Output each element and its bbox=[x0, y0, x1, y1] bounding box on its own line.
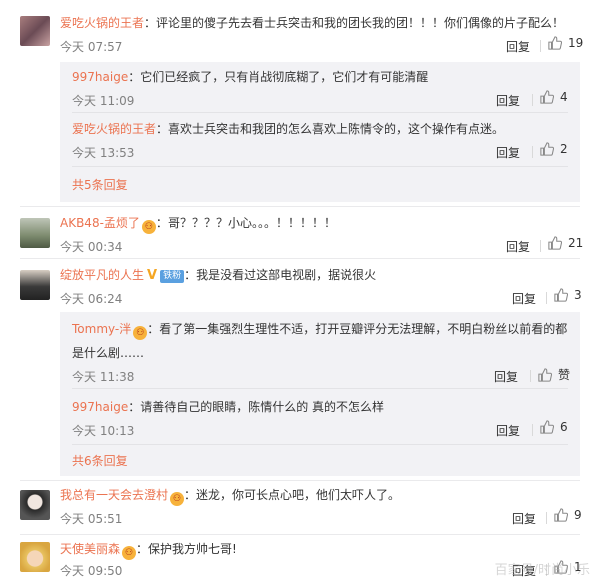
divider bbox=[532, 146, 533, 158]
divider bbox=[546, 292, 547, 304]
comment-text: 迷龙，你可长点心吧，他们太吓人了。 bbox=[196, 488, 401, 502]
like-count: 9 bbox=[574, 508, 582, 522]
reply-button[interactable]: 回复 bbox=[512, 290, 536, 307]
thumbs-up-icon bbox=[540, 90, 554, 104]
thumbs-up-icon bbox=[548, 236, 562, 250]
like-count: 3 bbox=[574, 288, 582, 302]
timestamp: 今天 11:09 bbox=[72, 94, 135, 108]
timestamp: 今天 07:57 bbox=[60, 40, 123, 54]
divider bbox=[20, 480, 580, 481]
emoji-badge-icon: ⚇ bbox=[122, 546, 137, 560]
fan-badge: 铁粉 bbox=[160, 270, 185, 283]
divider bbox=[540, 240, 541, 252]
divider bbox=[20, 258, 580, 259]
username[interactable]: 天使美丽森 bbox=[60, 542, 120, 556]
reply-text-continued: 是什么剧…… bbox=[72, 346, 145, 360]
divider bbox=[532, 424, 533, 436]
timestamp: 今天 11:38 bbox=[72, 370, 135, 384]
like-button[interactable]: 19 bbox=[548, 36, 583, 50]
divider bbox=[540, 40, 541, 52]
divider bbox=[530, 370, 531, 382]
like-count: 4 bbox=[560, 90, 568, 104]
timestamp: 今天 05:51 bbox=[60, 512, 123, 526]
username[interactable]: 997haige bbox=[72, 70, 128, 84]
thumbs-up-icon bbox=[554, 508, 568, 522]
like-count: 19 bbox=[568, 36, 584, 50]
divider bbox=[72, 388, 568, 389]
divider bbox=[20, 206, 580, 207]
username[interactable]: AKB48-孟烦了 bbox=[60, 216, 140, 230]
comment-item: 爱吃火锅的王者：评论里的傻子先去看士兵突击和我的团长我的团！！！你们偶像的片子配… bbox=[0, 0, 600, 208]
like-button[interactable]: 6 bbox=[540, 420, 568, 434]
username[interactable]: Tommy-泮 bbox=[72, 322, 131, 336]
like-button[interactable]: 2 bbox=[540, 142, 568, 156]
timestamp: 今天 00:34 bbox=[60, 240, 123, 254]
comment-item: 绽放平凡的人生 V 铁粉 ：我是没看过这部电视剧，据说很火 今天 06:24 回复 3… bbox=[0, 260, 600, 482]
like-count: 6 bbox=[560, 420, 568, 434]
reply-button[interactable]: 回复 bbox=[496, 422, 520, 439]
timestamp: 今天 13:53 bbox=[72, 146, 135, 160]
thumbs-up-icon bbox=[540, 142, 554, 156]
username[interactable]: 绽放平凡的人生 bbox=[60, 268, 144, 282]
emoji-badge-icon: ⚇ bbox=[141, 220, 156, 234]
divider bbox=[72, 444, 568, 445]
emoji-badge-icon: ⚇ bbox=[170, 492, 185, 506]
like-button[interactable]: 9 bbox=[554, 508, 582, 522]
avatar[interactable] bbox=[20, 270, 50, 300]
verified-v-icon: V bbox=[147, 268, 158, 283]
more-replies-link[interactable]: 共6条回复 bbox=[72, 452, 128, 469]
avatar[interactable] bbox=[20, 16, 50, 46]
divider bbox=[20, 534, 580, 535]
reply-text: 看了第一集强烈生理性不适，打开豆瓣评分无法理解，不明白粉丝以前看的都 bbox=[159, 322, 568, 336]
divider bbox=[546, 512, 547, 524]
like-button[interactable]: 21 bbox=[548, 236, 583, 250]
reply-button[interactable]: 回复 bbox=[496, 144, 520, 161]
reply-list: 997haige：它们已经疯了，只有肖战彻底糊了，它们才有可能清醒 今天 11:… bbox=[60, 62, 580, 202]
reply-text: 它们已经疯了，只有肖战彻底糊了，它们才有可能清醒 bbox=[140, 70, 429, 84]
like-count: 赞 bbox=[558, 368, 571, 382]
comment-text: 哥？？？？小心。。。！！！！！ bbox=[167, 216, 336, 230]
comment-text: 评论里的傻子先去看士兵突击和我的团长我的团！！！你们偶像的片子配么！ bbox=[156, 16, 565, 30]
watermark: 百家号/时尚小乐 bbox=[494, 563, 590, 578]
divider bbox=[72, 166, 568, 167]
comment-item: AKB48-孟烦了 ⚇ ：哥？？？？小心。。。！！！！！ 今天 00:34 回复 2… bbox=[0, 208, 600, 258]
comment-text: 我是没看过这部电视剧，据说很火 bbox=[196, 268, 377, 282]
username[interactable]: 997haige bbox=[72, 400, 128, 414]
avatar[interactable] bbox=[20, 490, 50, 520]
reply-button[interactable]: 回复 bbox=[506, 238, 530, 255]
thumbs-up-icon bbox=[538, 367, 552, 382]
avatar[interactable] bbox=[20, 542, 50, 572]
reply-button[interactable]: 回复 bbox=[496, 92, 520, 109]
username[interactable]: 爱吃火锅的王者 bbox=[60, 16, 144, 30]
divider bbox=[72, 112, 568, 113]
username[interactable]: 我总有一天会去澄村 bbox=[60, 488, 168, 502]
thumbs-up-icon bbox=[554, 288, 568, 302]
divider bbox=[532, 94, 533, 106]
comment-text: 保护我方帅七哥! bbox=[148, 542, 237, 556]
reply-text: 请善待自己的眼睛，陈情什么的 真的不怎么样 bbox=[140, 400, 385, 414]
like-button[interactable]: 3 bbox=[554, 288, 582, 302]
timestamp: 今天 06:24 bbox=[60, 292, 123, 306]
timestamp: 今天 09:50 bbox=[60, 564, 123, 578]
emoji-badge-icon: ⚇ bbox=[133, 326, 148, 340]
comment-item: 我总有一天会去澄村 ⚇ ：迷龙，你可长点心吧，他们太吓人了。 今天 05:51 回复… bbox=[0, 482, 600, 532]
reply-button[interactable]: 回复 bbox=[506, 38, 530, 55]
like-count: 21 bbox=[568, 236, 584, 250]
username[interactable]: 爱吃火锅的王者 bbox=[72, 122, 156, 136]
like-count: 2 bbox=[560, 142, 568, 156]
reply-button[interactable]: 回复 bbox=[512, 510, 536, 527]
more-replies-link[interactable]: 共5条回复 bbox=[72, 176, 128, 193]
timestamp: 今天 10:13 bbox=[72, 424, 135, 438]
like-button[interactable]: 4 bbox=[540, 90, 568, 104]
reply-list: Tommy-泮 ⚇ ：看了第一集强烈生理性不适，打开豆瓣评分无法理解，不明白粉丝以前… bbox=[60, 312, 580, 476]
reply-button[interactable]: 回复 bbox=[494, 368, 518, 385]
thumbs-up-icon bbox=[540, 420, 554, 434]
avatar[interactable] bbox=[20, 218, 50, 248]
reply-text: 喜欢士兵突击和我团的怎么喜欢上陈情令的，这个操作有点迷。 bbox=[168, 122, 505, 136]
like-button[interactable]: 赞 bbox=[538, 366, 570, 383]
thumbs-up-icon bbox=[548, 36, 562, 50]
